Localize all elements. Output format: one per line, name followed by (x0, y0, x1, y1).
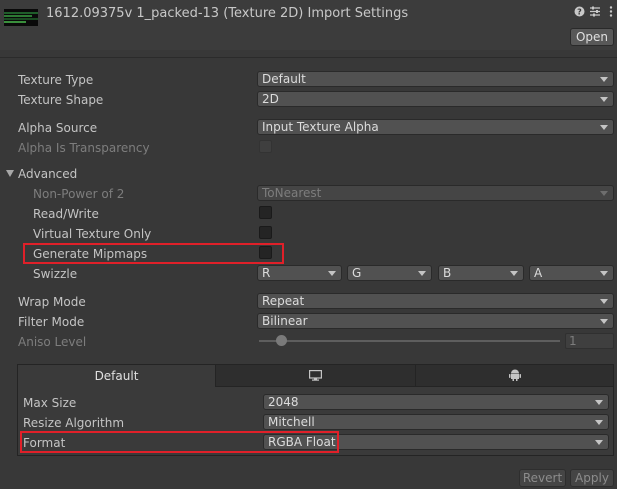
virtual-texture-only-label: Virtual Texture Only (33, 227, 152, 241)
tab-android[interactable] (416, 365, 613, 387)
inspector-header: 1612.09375v 1_packed-13 (Texture 2D) Imp… (0, 0, 617, 50)
chevron-down-icon (328, 271, 336, 276)
wrap-mode-value: Repeat (262, 294, 305, 308)
alpha-source-dropdown[interactable]: Input Texture Alpha (257, 119, 614, 135)
read-write-label: Read/Write (33, 207, 99, 221)
advanced-foldout[interactable]: Advanced (18, 167, 77, 181)
swizzle-r-dropdown[interactable]: R (257, 265, 342, 281)
aniso-level-slider-track (259, 340, 560, 342)
tab-standalone[interactable] (216, 365, 416, 387)
chevron-down-icon (595, 400, 603, 405)
texture-shape-dropdown[interactable]: 2D (257, 91, 614, 107)
resize-algorithm-dropdown[interactable]: Mitchell (263, 414, 609, 430)
chevron-down-icon (595, 420, 603, 425)
chevron-down-icon (600, 97, 608, 102)
chevron-down-icon (600, 271, 608, 276)
aniso-level-label: Aniso Level (18, 335, 87, 349)
preset-icon[interactable] (589, 6, 601, 20)
apply-button[interactable]: Apply (570, 469, 614, 487)
chevron-down-icon (600, 191, 608, 196)
help-icon[interactable]: ? (573, 6, 585, 20)
swizzle-r-value: R (262, 266, 271, 280)
filter-mode-label: Filter Mode (18, 315, 85, 329)
chevron-down-icon (600, 77, 608, 82)
alpha-is-transparency-label: Alpha Is Transparency (18, 141, 150, 155)
non-power-of-2-value: ToNearest (262, 186, 322, 200)
alpha-source-value: Input Texture Alpha (262, 120, 379, 134)
max-size-label: Max Size (23, 396, 77, 410)
svg-text:?: ? (577, 8, 582, 17)
alpha-is-transparency-checkbox (259, 140, 272, 153)
aniso-level-slider-knob (276, 335, 287, 346)
non-power-of-2-label: Non-Power of 2 (33, 187, 125, 201)
virtual-texture-only-checkbox[interactable] (259, 226, 272, 239)
resize-algorithm-value: Mitchell (268, 415, 315, 429)
foldout-arrow-icon[interactable] (6, 170, 14, 177)
swizzle-g-value: G (352, 266, 362, 280)
chevron-down-icon (600, 319, 608, 324)
swizzle-label: Swizzle (33, 267, 78, 281)
max-size-dropdown[interactable]: 2048 (263, 394, 609, 410)
wrap-mode-label: Wrap Mode (18, 295, 86, 309)
generate-mipmaps-highlight (23, 243, 284, 264)
open-button[interactable]: Open (570, 28, 614, 46)
chevron-down-icon (600, 299, 608, 304)
read-write-checkbox[interactable] (259, 206, 272, 219)
swizzle-a-dropdown[interactable]: A (529, 265, 614, 281)
filter-mode-value: Bilinear (262, 314, 308, 328)
swizzle-b-dropdown[interactable]: B (438, 265, 524, 281)
max-size-value: 2048 (268, 395, 299, 409)
aniso-level-field: 1 (565, 333, 614, 349)
chevron-down-icon (600, 125, 608, 130)
more-icon[interactable] (605, 6, 617, 20)
swizzle-a-value: A (534, 266, 543, 280)
chevron-down-icon (595, 440, 603, 445)
format-highlight (20, 431, 339, 453)
filter-mode-dropdown[interactable]: Bilinear (257, 313, 614, 329)
texture-thumbnail (4, 9, 38, 26)
chevron-down-icon (418, 271, 426, 276)
texture-type-label: Texture Type (18, 73, 94, 87)
revert-button[interactable]: Revert (519, 469, 566, 487)
monitor-icon (309, 366, 323, 388)
non-power-of-2-dropdown: ToNearest (257, 185, 614, 201)
chevron-down-icon (510, 271, 518, 276)
wrap-mode-dropdown[interactable]: Repeat (257, 293, 614, 309)
texture-type-dropdown[interactable]: Default (257, 71, 614, 87)
inspector-title: 1612.09375v 1_packed-13 (Texture 2D) Imp… (46, 6, 409, 21)
resize-algorithm-label: Resize Algorithm (23, 416, 125, 430)
texture-shape-value: 2D (262, 92, 279, 106)
texture-type-value: Default (262, 72, 306, 86)
texture-shape-label: Texture Shape (18, 93, 104, 107)
header-divider (0, 57, 617, 58)
tab-default[interactable]: Default (18, 365, 216, 387)
android-icon (508, 366, 521, 388)
swizzle-b-value: B (443, 266, 452, 280)
alpha-source-label: Alpha Source (18, 121, 98, 135)
swizzle-g-dropdown[interactable]: G (347, 265, 432, 281)
